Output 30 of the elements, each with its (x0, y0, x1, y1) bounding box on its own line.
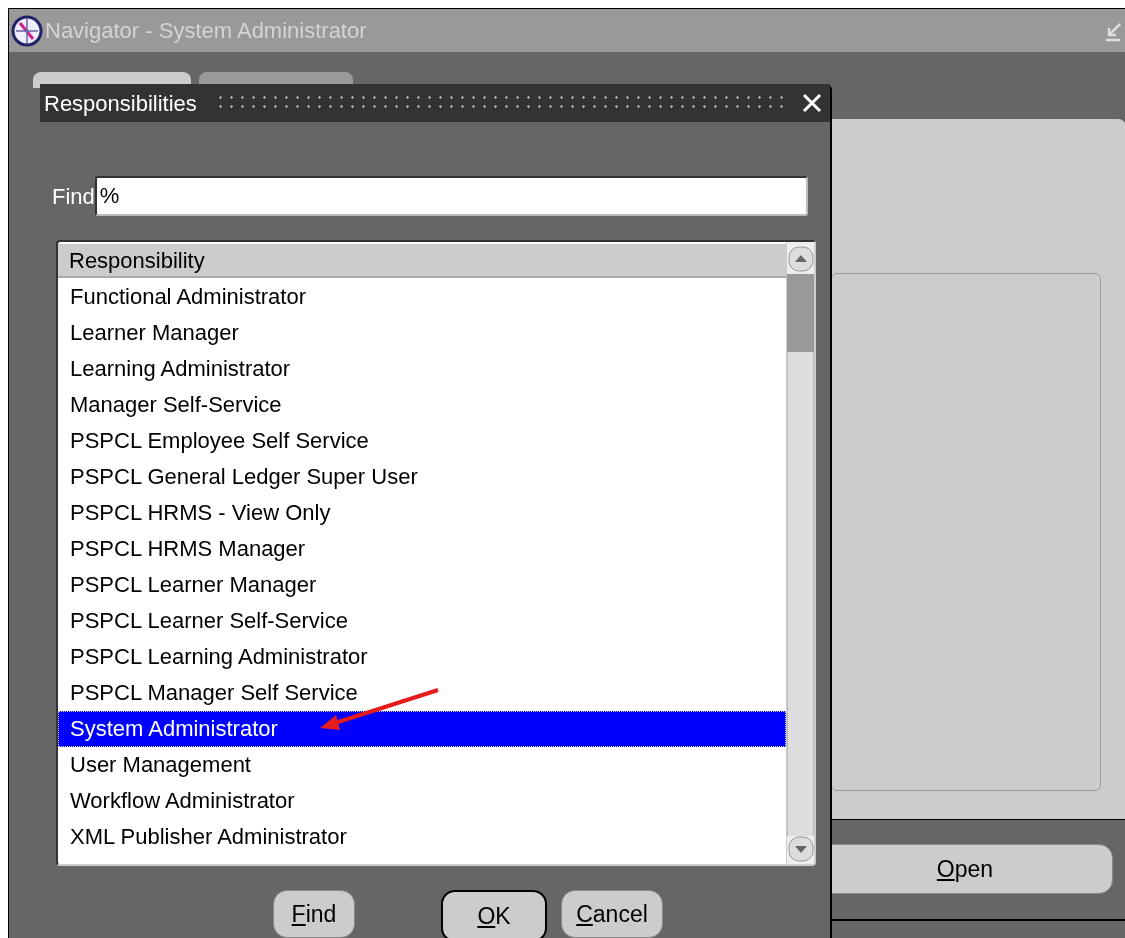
scrollbar[interactable] (786, 242, 814, 864)
find-field[interactable]: % (94, 176, 808, 216)
list-item[interactable]: Learner Manager (58, 315, 786, 351)
list-item[interactable]: System Administrator (58, 711, 786, 747)
list-item[interactable]: Learning Administrator (58, 351, 786, 387)
list-item[interactable]: PSPCL Learner Manager (58, 567, 786, 603)
dialog-button[interactable]: Cancel (561, 890, 663, 938)
list-item[interactable]: PSPCL HRMS Manager (58, 531, 786, 567)
list-item[interactable]: User Management (58, 747, 786, 783)
dialog-button[interactable]: Find (273, 890, 355, 938)
list-item[interactable]: PSPCL Manager Self Service (58, 675, 786, 711)
list-item[interactable]: PSPCL HRMS - View Only (58, 495, 786, 531)
list-item[interactable]: PSPCL Learning Administrator (58, 639, 786, 675)
list-item[interactable]: PSPCL Learner Self-Service (58, 603, 786, 639)
list-item[interactable]: PSPCL General Ledger Super User (58, 459, 786, 495)
column-header[interactable]: Responsibility (58, 244, 786, 278)
list-item[interactable]: XML Publisher Administrator (58, 819, 786, 855)
list-item[interactable]: PSPCL Employee Self Service (58, 423, 786, 459)
globe-icon (11, 14, 43, 47)
scroll-thumb[interactable] (787, 274, 814, 352)
list-item[interactable]: Workflow Administrator (58, 783, 786, 819)
window-title: Navigator - System Administrator (45, 17, 367, 45)
list-item[interactable]: Functional Administrator (58, 279, 786, 315)
close-icon[interactable] (802, 93, 822, 113)
list-item[interactable]: Manager Self-Service (58, 387, 786, 423)
scroll-down-icon[interactable] (788, 836, 814, 862)
scroll-up-icon[interactable] (788, 246, 814, 272)
dialog-title: Responsibilities (44, 89, 197, 118)
dialog-button[interactable]: OK (441, 890, 547, 938)
find-label: Find (52, 182, 95, 211)
